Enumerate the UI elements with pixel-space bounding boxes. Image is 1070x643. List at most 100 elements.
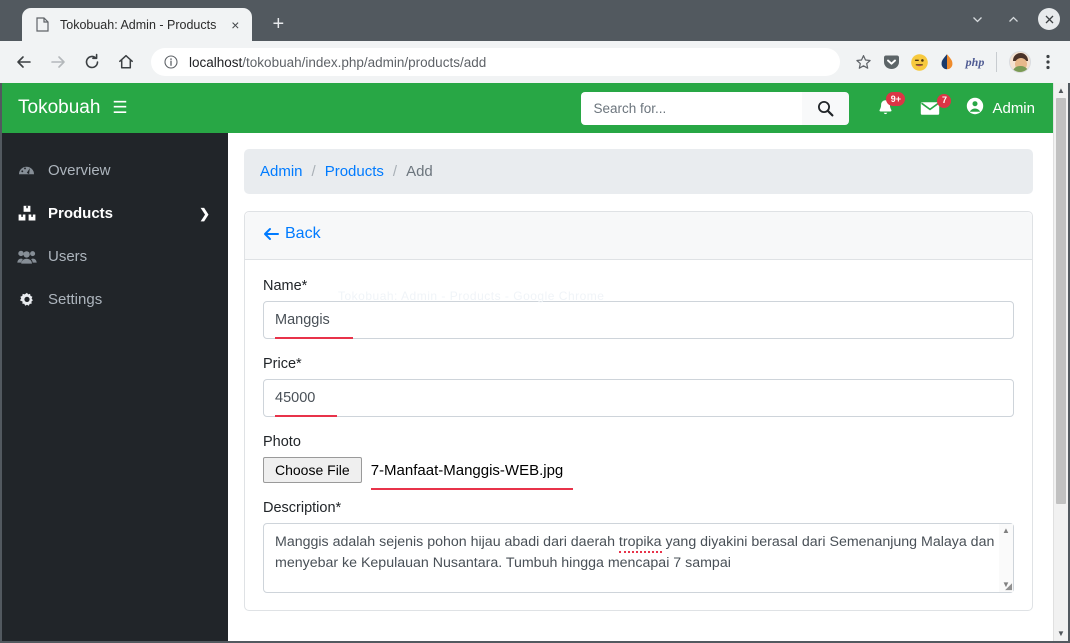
droplet-icon[interactable]	[934, 49, 960, 75]
file-input-row[interactable]: Choose File 7-Manfaat-Manggis-WEB.jpg	[263, 457, 1014, 490]
sidebar-item-overview[interactable]: Overview	[2, 149, 228, 192]
sidebar-item-label: Overview	[48, 162, 111, 179]
bookmark-star-icon[interactable]	[850, 49, 876, 75]
page-viewport: Tokobuah ☰ 9+	[0, 83, 1070, 643]
breadcrumb-products[interactable]: Products	[325, 163, 384, 180]
price-field-group: Price*	[263, 356, 1014, 417]
messages-button[interactable]: 7	[920, 93, 952, 116]
sidebar-item-label: Settings	[48, 291, 103, 308]
search-input[interactable]	[581, 91, 803, 125]
app-sidebar: Overview Products ❯ Users Settings	[2, 133, 228, 641]
app-navbar: 9+ 7 Admin	[228, 83, 1053, 133]
name-input[interactable]	[263, 301, 1014, 339]
main-content: Admin / Products / Add Back Name* Tokobu…	[228, 133, 1053, 641]
close-icon[interactable]: ×	[226, 16, 244, 34]
php-icon-label: php	[965, 54, 985, 69]
name-label: Name*	[263, 278, 308, 294]
app-brand[interactable]: Tokobuah ☰	[2, 83, 228, 133]
description-textarea-wrap: Manggis adalah sejenis pohon hijau abadi…	[263, 523, 1014, 593]
new-tab-button[interactable]: +	[264, 10, 292, 38]
browser-window: Tokobuah: Admin - Products × + localhost…	[0, 0, 1070, 643]
php-icon[interactable]: php	[962, 49, 988, 75]
desc-misspelled-word: tropika	[618, 534, 662, 553]
app-body: Overview Products ❯ Users Settings Admin…	[2, 133, 1053, 641]
sidebar-item-label: Products	[48, 205, 114, 222]
product-form-card: Back Name* Tokobuah: Admin - Products - …	[244, 211, 1033, 611]
user-menu[interactable]: Admin	[966, 97, 1035, 119]
tachometer-icon	[16, 162, 37, 179]
description-label: Description*	[263, 500, 342, 516]
chrome-menu-icon[interactable]	[1035, 49, 1061, 75]
choose-file-button[interactable]: Choose File	[263, 457, 362, 483]
back-label: Back	[285, 225, 321, 242]
minimize-icon[interactable]	[966, 8, 988, 30]
web-page: Tokobuah ☰ 9+	[2, 83, 1053, 641]
home-button[interactable]	[111, 47, 141, 77]
gear-icon	[16, 292, 37, 308]
boxes-icon	[16, 205, 37, 222]
description-textarea[interactable]: Manggis adalah sejenis pohon hijau abadi…	[263, 523, 1014, 593]
browser-toolbar: localhost/tokobuah/index.php/admin/produ…	[0, 41, 1070, 83]
notifications-badge: 9+	[886, 92, 906, 106]
breadcrumb-separator: /	[392, 163, 398, 180]
search-group	[581, 91, 850, 125]
hamburger-icon[interactable]: ☰	[112, 98, 127, 118]
brand-title: Tokobuah	[18, 97, 101, 118]
app-topbar: Tokobuah ☰ 9+	[2, 83, 1053, 133]
photo-label: Photo	[263, 434, 301, 450]
arrow-left-icon	[264, 228, 279, 240]
url-host: localhost	[189, 54, 243, 70]
desc-line1-a: Manggis adalah sejenis pohon hijau abadi…	[275, 534, 619, 550]
card-body: Name* Tokobuah: Admin - Products - Googl…	[245, 260, 1032, 593]
sidebar-item-products[interactable]: Products ❯	[2, 192, 228, 235]
messages-badge: 7	[937, 93, 952, 108]
resize-grip-icon[interactable]: ◢	[1005, 581, 1012, 592]
sidebar-item-settings[interactable]: Settings	[2, 278, 228, 321]
search-button[interactable]	[802, 91, 850, 125]
price-input[interactable]	[263, 379, 1014, 417]
url-path: /tokobuah/index.php/admin/products/add	[242, 54, 487, 70]
selected-filename: 7-Manfaat-Manggis-WEB.jpg	[370, 461, 564, 479]
back-button[interactable]	[9, 47, 39, 77]
sidebar-item-label: Users	[48, 248, 88, 265]
chevron-right-icon: ❯	[199, 205, 210, 221]
breadcrumb-separator: /	[311, 163, 316, 180]
page-icon	[34, 17, 50, 33]
price-label: Price*	[263, 356, 302, 372]
name-field-group: Name* Tokobuah: Admin - Products - Googl…	[263, 278, 1014, 339]
profile-avatar[interactable]	[1007, 49, 1033, 75]
toolbar-divider	[996, 52, 997, 72]
card-header: Back	[245, 212, 1032, 260]
window-close-icon[interactable]	[1038, 8, 1060, 30]
reload-button[interactable]	[77, 47, 107, 77]
description-field-group: Description* Manggis adalah sejenis poho…	[263, 500, 1014, 593]
user-label: Admin	[992, 99, 1035, 117]
breadcrumb-current: Add	[406, 163, 433, 180]
browser-tab[interactable]: Tokobuah: Admin - Products ×	[22, 8, 253, 41]
scroll-up-icon[interactable]: ▲	[1002, 527, 1010, 535]
window-controls	[966, 8, 1060, 30]
emoji-icon[interactable]	[906, 49, 932, 75]
maximize-icon[interactable]	[1002, 8, 1024, 30]
site-info-icon[interactable]	[163, 54, 179, 70]
users-icon	[16, 249, 37, 264]
tab-title: Tokobuah: Admin - Products	[60, 17, 217, 32]
page-scrollbar[interactable]: ▲ ▼	[1053, 83, 1068, 641]
desc-line1-b: yang diyakini berasal dari	[661, 534, 826, 550]
sidebar-item-users[interactable]: Users	[2, 235, 228, 278]
page-scroll-thumb[interactable]	[1056, 98, 1066, 504]
notifications-button[interactable]: 9+	[877, 92, 906, 117]
page-scroll-up-icon[interactable]: ▲	[1054, 83, 1068, 98]
breadcrumb: Admin / Products / Add	[244, 149, 1033, 194]
annotation-underline	[275, 414, 337, 417]
forward-button	[43, 47, 73, 77]
browser-titlebar: Tokobuah: Admin - Products × +	[0, 0, 1070, 41]
page-scroll-down-icon[interactable]: ▼	[1054, 626, 1068, 641]
address-bar[interactable]: localhost/tokobuah/index.php/admin/produ…	[151, 48, 840, 76]
user-circle-icon	[966, 97, 984, 119]
annotation-underline	[275, 336, 353, 339]
back-link[interactable]: Back	[263, 225, 321, 243]
photo-field-group: Photo Choose File 7-Manfaat-Manggis-WEB.…	[263, 434, 1014, 490]
pocket-icon[interactable]	[878, 49, 904, 75]
breadcrumb-admin[interactable]: Admin	[260, 163, 303, 180]
